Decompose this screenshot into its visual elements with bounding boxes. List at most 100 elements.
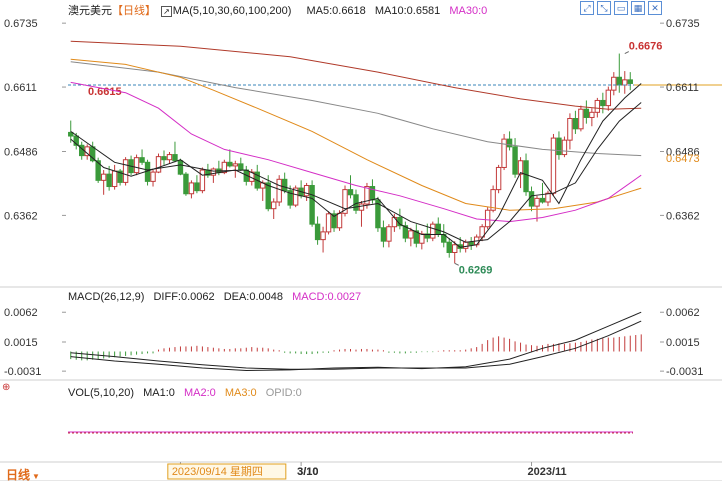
candle-body	[611, 76, 617, 91]
last-price-label: 0.6615	[88, 86, 122, 98]
candle	[133, 154, 140, 176]
x-tick-label-overlay: 3/10	[297, 466, 318, 478]
candle-body	[166, 154, 173, 161]
candle-body	[161, 156, 167, 161]
candle-body	[506, 138, 513, 148]
candle	[545, 190, 551, 207]
candle-body	[150, 171, 156, 182]
candle	[79, 141, 85, 160]
candle-body	[452, 244, 458, 253]
candle	[528, 186, 535, 212]
candle	[100, 170, 107, 195]
candle-body	[386, 226, 392, 242]
candle	[309, 180, 315, 227]
candle	[446, 238, 452, 258]
chart-canvas[interactable]: 0.6615 0.6676 0.6269 0.6735 0.6735 0.6611 0.6…	[0, 0, 722, 481]
ma-icon: ↗	[161, 6, 172, 17]
candle-body	[572, 118, 579, 130]
candle-body	[353, 194, 359, 211]
macd-title[interactable]: MACD(26,12,9)	[68, 291, 144, 303]
candle	[161, 150, 167, 165]
candle	[539, 182, 546, 204]
candle-body	[227, 161, 233, 167]
period-tab-label: 日线	[6, 468, 31, 482]
vol-opid: OPID:0	[265, 387, 302, 399]
candle-body	[430, 223, 436, 239]
candle	[172, 141, 178, 163]
candle-body	[122, 159, 129, 183]
candle	[210, 167, 217, 183]
crosshair-icon[interactable]: ⊕	[2, 382, 10, 393]
vol-title[interactable]: VOL(5,10,20)	[68, 387, 134, 399]
candle	[347, 175, 354, 199]
candle-body	[462, 241, 469, 249]
candle	[199, 167, 206, 194]
candle-body	[380, 227, 387, 242]
candle	[616, 53, 622, 93]
symbol-name: 澳元美元	[68, 5, 112, 17]
candle	[627, 72, 633, 91]
candle-body	[567, 118, 573, 141]
vol-ma1: MA1:0	[143, 387, 175, 399]
candle-body	[578, 108, 584, 130]
candle-body	[594, 99, 601, 113]
layout-icon[interactable]: ▭	[614, 1, 628, 15]
candle-body	[408, 230, 414, 239]
volume-panel[interactable]	[68, 431, 633, 434]
candle	[122, 157, 129, 186]
candle-body	[325, 213, 332, 233]
x-tick-label: 2023/11	[528, 466, 567, 478]
y-tick-label-left: 0.6735	[4, 18, 38, 30]
macd-diff-line	[70, 311, 642, 372]
candle	[342, 185, 348, 217]
macd-dea: DEA:0.0048	[223, 291, 284, 303]
macd-tick-label-left: -0.0031	[4, 366, 41, 378]
period-badge[interactable]: 【日线】	[112, 5, 156, 17]
macd-tick-label-left: 0.0015	[4, 337, 38, 349]
candle	[111, 164, 118, 190]
vol-ma2: MA2:0	[183, 387, 216, 399]
macd-panel[interactable]	[70, 311, 642, 372]
candle-body	[495, 166, 502, 191]
candle-body	[561, 139, 568, 156]
candle-body	[622, 79, 628, 86]
candle	[622, 71, 628, 94]
candle	[238, 157, 244, 172]
candle	[567, 113, 573, 150]
candle-body	[616, 76, 622, 86]
candle-body	[468, 241, 474, 246]
ma-group-label[interactable]: ↗ MA(5,10,30,60,100,200)	[161, 5, 297, 17]
candle	[484, 207, 491, 230]
candle-body	[100, 173, 107, 181]
candle	[402, 221, 409, 243]
candle-body	[320, 231, 326, 241]
candle-body	[177, 160, 184, 175]
period-tab[interactable]: 日线 ▼	[6, 466, 40, 483]
candle-body	[232, 163, 239, 167]
candle	[430, 221, 436, 242]
candle	[183, 172, 189, 196]
macd-macd: MACD:0.0027	[292, 291, 362, 303]
close-icon[interactable]: ✕	[648, 1, 662, 15]
vol-legend: VOL(5,10,20) MA1:0 MA2:0 MA3:0 OPID:0	[68, 387, 308, 399]
ma10-value: MA10:0.6581	[374, 5, 441, 17]
macd-tick-label-right: -0.0031	[666, 366, 703, 378]
candle-body	[528, 191, 535, 207]
y-tick-label-left: 0.6611	[4, 82, 37, 94]
grid-icon[interactable]: ▦	[631, 1, 645, 15]
candle-body	[194, 182, 200, 192]
candle-body	[627, 79, 633, 84]
candle	[254, 164, 260, 191]
candle	[188, 180, 195, 199]
candle	[611, 72, 617, 96]
shrink-icon[interactable]: ⤡	[597, 1, 611, 15]
expand-icon[interactable]: ⤢	[580, 1, 594, 15]
candle	[501, 133, 507, 171]
candle	[303, 182, 310, 201]
ma30-value: MA30:0	[449, 5, 488, 17]
candle	[550, 133, 557, 196]
y-tick-label-right: 0.6735	[666, 18, 700, 30]
candle-body	[556, 137, 562, 156]
candle-body	[358, 203, 365, 211]
macd-tick-label-right: 0.0062	[666, 307, 700, 319]
